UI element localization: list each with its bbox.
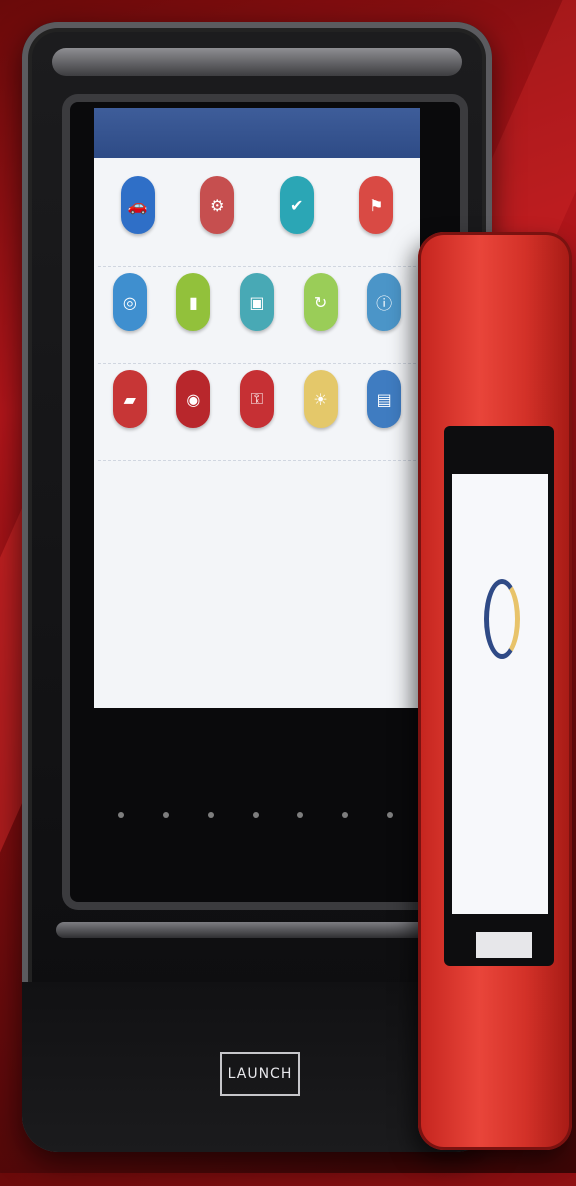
tablet-screen: 🚗 ⚙ ✔ ⚑ ◎ ▮ ▣ ↻ ⓘ ▰ ◉ ⚿ ☀ ▤ (94, 108, 420, 708)
app-tile[interactable]: ▤ (353, 370, 415, 454)
app-row: ▰ ◉ ⚿ ☀ ▤ (98, 364, 416, 461)
bezel-indicators (118, 812, 438, 818)
app-tile[interactable]: ⚑ (345, 176, 407, 260)
app-row: ◎ ▮ ▣ ↻ ⓘ (98, 267, 416, 364)
car-icon: 🚗 (120, 176, 155, 234)
loading-spinner-icon (484, 579, 520, 659)
app-tile[interactable]: ☀ (290, 370, 352, 454)
app-topbar (94, 108, 420, 158)
light-icon: ☀ (303, 370, 338, 428)
report-icon: ⚑ (359, 176, 394, 234)
handheld-screen (452, 474, 548, 914)
handheld-scanner (418, 232, 572, 1150)
app-tile[interactable]: ⚿ (226, 370, 288, 454)
app-tile[interactable]: ⚙ (186, 176, 248, 260)
globe-icon: ◎ (112, 273, 147, 331)
tool-icon: ⚙ (200, 176, 235, 234)
app-tile[interactable]: ✔ (266, 176, 328, 260)
app-tile[interactable]: ↻ (290, 273, 352, 357)
tablet-top-rail (52, 48, 462, 76)
app-tile[interactable]: ▮ (162, 273, 224, 357)
app-tile[interactable]: ▰ (99, 370, 161, 454)
brand-logo: LAUNCH (220, 1052, 300, 1096)
app-row: 🚗 ⚙ ✔ ⚑ (98, 170, 416, 267)
brake-icon: ◉ (176, 370, 211, 428)
app-tile[interactable]: ◉ (162, 370, 224, 454)
data-icon: ▤ (367, 370, 402, 428)
info-icon: ⓘ (367, 273, 402, 331)
app-tile[interactable]: ⓘ (353, 273, 415, 357)
battery-icon: ▮ (176, 273, 211, 331)
handheld-label (476, 932, 532, 958)
service-icon: ✔ (279, 176, 314, 234)
app-tile[interactable]: ▣ (226, 273, 288, 357)
update-icon: ↻ (303, 273, 338, 331)
scan-icon: ▣ (239, 273, 274, 331)
app-tile[interactable]: 🚗 (107, 176, 169, 260)
app-grid: 🚗 ⚙ ✔ ⚑ ◎ ▮ ▣ ↻ ⓘ ▰ ◉ ⚿ ☀ ▤ (94, 158, 420, 461)
key-icon: ⚿ (239, 370, 274, 428)
oil-icon: ▰ (112, 370, 147, 428)
tablet-mid-rail (56, 922, 458, 938)
app-tile[interactable]: ◎ (99, 273, 161, 357)
